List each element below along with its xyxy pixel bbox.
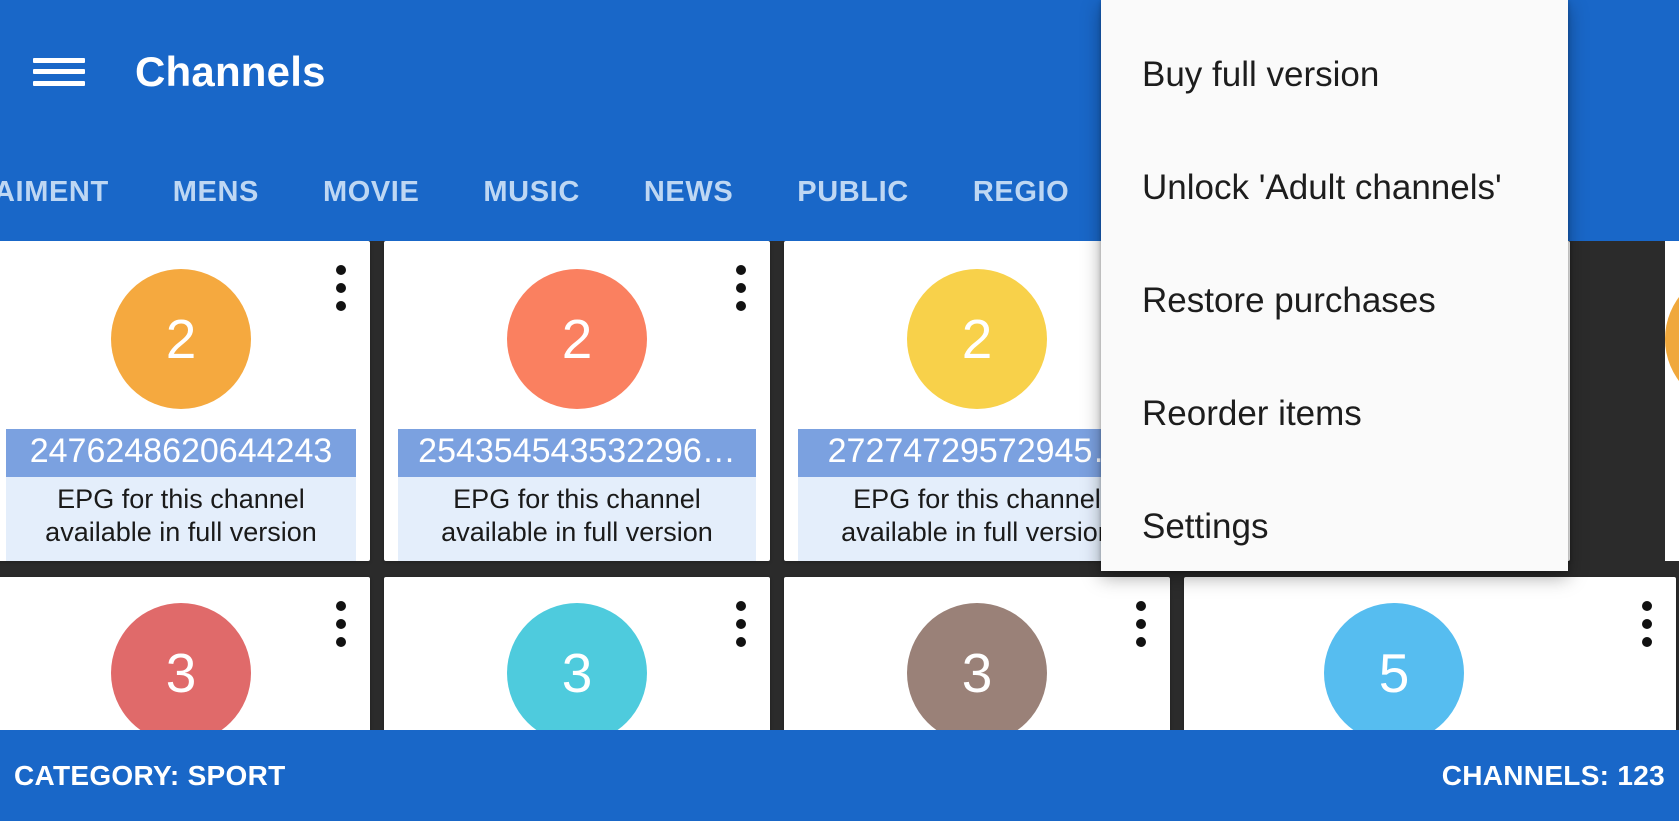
- channel-card[interactable]: 2 2476248620644243 EPG for this channel …: [0, 241, 370, 561]
- channel-card[interactable]: 5: [1184, 577, 1676, 730]
- status-channel-count: CHANNELS: 123: [1441, 759, 1665, 791]
- channel-card[interactable]: 3: [0, 577, 370, 730]
- dot: [336, 283, 346, 293]
- dot: [736, 637, 746, 647]
- channel-card-edge[interactable]: [1665, 241, 1679, 561]
- card-overflow-icon[interactable]: [736, 265, 746, 311]
- card-overflow-icon[interactable]: [736, 601, 746, 647]
- overflow-menu[interactable]: Buy full version Unlock 'Adult channels'…: [1101, 0, 1568, 571]
- channel-badge: 3: [507, 603, 647, 730]
- dot: [1642, 601, 1652, 611]
- menu-item-restore-purchases[interactable]: Restore purchases: [1101, 244, 1568, 357]
- channel-grid-row: 3 3 3 5: [0, 577, 1679, 730]
- tab-mens[interactable]: MENS: [141, 176, 291, 209]
- channel-badge: 3: [111, 603, 251, 730]
- channel-epg-note: EPG for this channel available in full v…: [398, 477, 756, 561]
- dot: [736, 265, 746, 275]
- app-root: Channels AIMENT MENS MOVIE MUSIC NEWS PU…: [0, 0, 1679, 821]
- tab-public[interactable]: PUBLIC: [765, 176, 941, 209]
- page-title: Channels: [135, 47, 326, 95]
- dot: [1136, 601, 1146, 611]
- channel-badge: 2: [907, 269, 1047, 409]
- dot: [736, 601, 746, 611]
- menu-item-buy-full-version[interactable]: Buy full version: [1101, 18, 1568, 131]
- dot: [336, 601, 346, 611]
- channel-badge: 3: [907, 603, 1047, 730]
- card-overflow-icon[interactable]: [336, 265, 346, 311]
- dot: [736, 619, 746, 629]
- dot: [1642, 637, 1652, 647]
- dot: [336, 619, 346, 629]
- tab-regional[interactable]: REGIO: [941, 176, 1101, 209]
- hamburger-bar: [33, 69, 85, 74]
- channel-badge-partial: [1665, 269, 1679, 409]
- channel-card[interactable]: 2 254354543532296… EPG for this channel …: [384, 241, 770, 561]
- card-overflow-icon[interactable]: [1136, 601, 1146, 647]
- channel-card[interactable]: 3: [384, 577, 770, 730]
- channel-epg-note: EPG for this channel available in full v…: [6, 477, 356, 561]
- status-bar: CATEGORY: SPORT CHANNELS: 123: [0, 730, 1679, 821]
- tab-music[interactable]: MUSIC: [451, 176, 611, 209]
- menu-item-unlock-adult-channels[interactable]: Unlock 'Adult channels': [1101, 131, 1568, 244]
- hamburger-icon[interactable]: [33, 52, 85, 92]
- dot: [736, 301, 746, 311]
- card-overflow-icon[interactable]: [1642, 601, 1652, 647]
- dot: [336, 637, 346, 647]
- status-category: CATEGORY: SPORT: [14, 759, 286, 791]
- menu-item-settings[interactable]: Settings: [1101, 470, 1568, 583]
- dot: [1136, 619, 1146, 629]
- menu-item-reorder-items[interactable]: Reorder items: [1101, 357, 1568, 470]
- dot: [736, 283, 746, 293]
- tab-movie[interactable]: MOVIE: [291, 176, 451, 209]
- channel-name: 2476248620644243: [6, 429, 356, 477]
- channel-badge: 2: [507, 269, 647, 409]
- tab-news[interactable]: NEWS: [612, 176, 765, 209]
- tab-entertainment[interactable]: AIMENT: [0, 176, 141, 209]
- channel-card[interactable]: 3: [784, 577, 1170, 730]
- channel-name: 254354543532296…: [398, 429, 756, 477]
- channel-badge: 5: [1324, 603, 1464, 730]
- dot: [1136, 637, 1146, 647]
- hamburger-bar: [33, 57, 85, 63]
- dot: [1642, 619, 1652, 629]
- dot: [336, 265, 346, 275]
- channel-badge: 2: [111, 269, 251, 409]
- hamburger-bar: [33, 80, 85, 86]
- dot: [336, 301, 346, 311]
- card-overflow-icon[interactable]: [336, 601, 346, 647]
